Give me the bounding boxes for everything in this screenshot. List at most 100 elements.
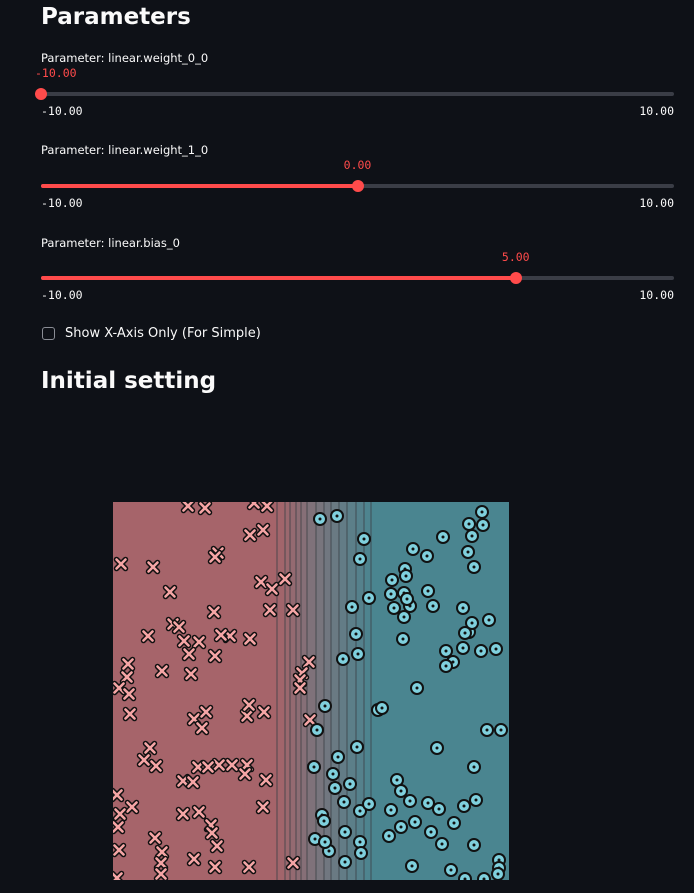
class1-point — [494, 723, 508, 737]
class1-point — [337, 795, 351, 809]
class1-point — [420, 549, 434, 563]
class1-point — [310, 723, 324, 737]
slider-weight-1-0[interactable]: 0.00 -10.00 10.00 — [41, 158, 674, 210]
class0-point — [180, 502, 196, 514]
slider-track — [41, 92, 674, 96]
slider-thumb[interactable] — [509, 272, 522, 284]
class0-point — [181, 646, 197, 662]
show-x-axis-label: Show X-Axis Only (For Simple) — [65, 326, 261, 341]
class1-point — [426, 599, 440, 613]
class0-point — [239, 708, 255, 724]
boundary-band — [339, 502, 347, 880]
class0-point — [113, 819, 126, 835]
slider-current-value: -10.00 — [35, 66, 77, 80]
class1-point — [439, 659, 453, 673]
slider-max-label: 10.00 — [639, 104, 674, 118]
class0-point — [302, 712, 318, 728]
show-x-axis-checkbox[interactable] — [42, 327, 55, 340]
class0-point — [285, 602, 301, 618]
class0-point — [213, 627, 229, 643]
slider-thumb[interactable] — [351, 180, 364, 192]
class0-point — [246, 502, 262, 511]
class1-point — [424, 825, 438, 839]
class1-point — [384, 803, 398, 817]
class1-point — [331, 750, 345, 764]
class1-point — [467, 838, 481, 852]
class0-point — [153, 866, 169, 880]
class0-point — [206, 604, 222, 620]
slider-thumb[interactable] — [35, 88, 47, 100]
class1-point — [336, 652, 350, 666]
slider-weight-0-0[interactable]: -10.00 -10.00 10.00 — [35, 66, 674, 118]
class0-point — [292, 680, 308, 696]
class0-point — [253, 574, 269, 590]
class0-point — [277, 571, 293, 587]
class0-point — [255, 799, 271, 815]
class1-point — [405, 859, 419, 873]
boundary-band — [285, 502, 290, 880]
class0-point — [113, 680, 127, 696]
class1-point — [465, 616, 479, 630]
class0-point — [153, 855, 169, 871]
class0-point — [237, 766, 253, 782]
class1-point — [489, 642, 503, 656]
class0-point — [255, 522, 271, 538]
slider-bias-0[interactable]: 5.00 -10.00 10.00 — [41, 250, 674, 302]
class0-point — [211, 757, 227, 773]
class0-point — [204, 825, 220, 841]
class1-point — [474, 644, 488, 658]
slider-current-value: 5.00 — [501, 250, 530, 264]
class1-point — [397, 610, 411, 624]
class0-point — [285, 855, 301, 871]
class1-point — [477, 872, 491, 880]
class0-point — [183, 666, 199, 682]
class1-point — [421, 796, 435, 810]
class0-point — [241, 697, 257, 713]
class1-point — [491, 867, 505, 880]
class1-point — [375, 701, 389, 715]
class0-point — [175, 806, 191, 822]
class0-point — [142, 740, 158, 756]
class1-point — [328, 781, 342, 795]
class1-point — [403, 794, 417, 808]
class1-point — [465, 529, 479, 543]
class1-point — [318, 835, 332, 849]
class0-point — [148, 758, 164, 774]
class1-point — [318, 699, 332, 713]
slider-max-label: 10.00 — [639, 196, 674, 210]
class1-region — [371, 502, 509, 880]
class0-point — [242, 631, 258, 647]
class0-point — [207, 859, 223, 875]
class0-point — [113, 787, 125, 803]
show-x-axis-checkbox-row[interactable]: Show X-Axis Only (For Simple) — [42, 326, 261, 341]
class0-point — [258, 772, 274, 788]
class1-point — [435, 837, 449, 851]
class1-point — [307, 760, 321, 774]
class0-point — [259, 502, 275, 514]
class1-point — [410, 681, 424, 695]
class1-point — [313, 512, 327, 526]
class1-point — [432, 802, 446, 816]
class0-point — [198, 704, 214, 720]
boundary-band — [307, 502, 316, 880]
class0-point — [200, 759, 216, 775]
class1-point — [362, 591, 376, 605]
class1-point — [430, 741, 444, 755]
class0-point — [207, 648, 223, 664]
class0-point — [191, 804, 207, 820]
class1-point — [343, 777, 357, 791]
class0-point — [140, 628, 156, 644]
slider-max-label: 10.00 — [639, 288, 674, 302]
class1-point — [362, 797, 376, 811]
class0-point — [121, 686, 137, 702]
plot-title: Initial setting — [41, 368, 217, 394]
class1-point — [408, 815, 422, 829]
class1-point — [351, 647, 365, 661]
class1-point — [436, 530, 450, 544]
class0-point — [185, 774, 201, 790]
class0-point — [224, 757, 240, 773]
class1-point — [406, 542, 420, 556]
class1-point — [456, 641, 470, 655]
class0-point — [136, 752, 152, 768]
class1-point — [461, 545, 475, 559]
